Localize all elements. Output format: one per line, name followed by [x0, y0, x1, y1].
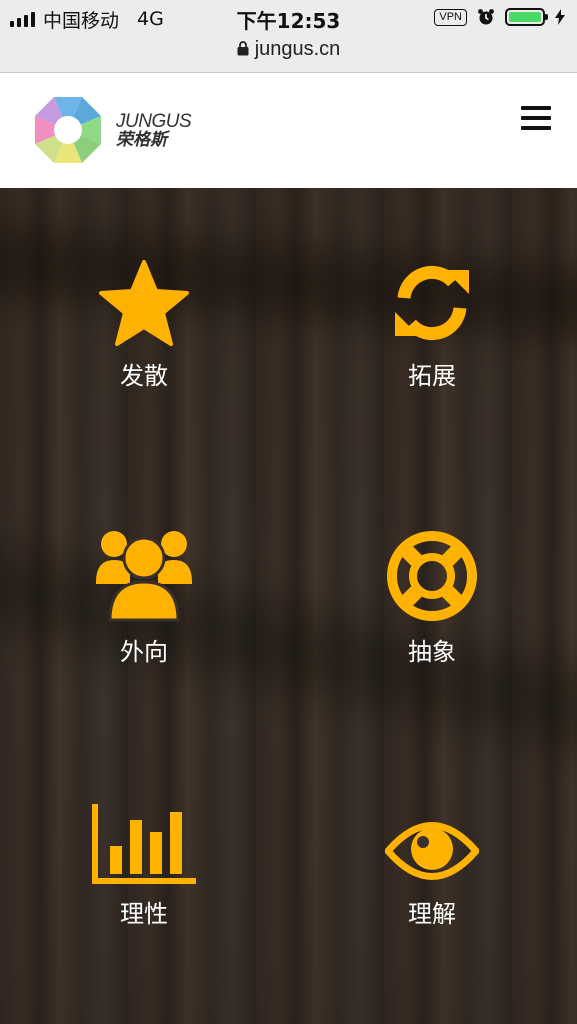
vpn-badge: VPN [434, 8, 467, 26]
feature-tile-rational[interactable]: 理性 [44, 804, 244, 929]
lock-icon [237, 41, 249, 56]
charging-icon [555, 9, 565, 25]
logo-english: JUNGUS [116, 110, 192, 132]
hamburger-menu-button[interactable] [521, 106, 551, 132]
address-bar[interactable]: jungus.cn [0, 38, 577, 61]
menu-bar-1 [521, 106, 551, 110]
feature-label: 理解 [408, 900, 456, 928]
url-text: jungus.cn [254, 38, 341, 60]
life-ring-icon [387, 531, 477, 621]
feature-tile-extrovert[interactable]: 外向 [44, 530, 244, 667]
logo-chinese: 荣格斯 [116, 129, 167, 150]
site-logo[interactable]: JUNGUS 荣格斯 [30, 93, 192, 167]
users-icon [96, 531, 192, 622]
site-header: JUNGUS 荣格斯 [0, 73, 577, 188]
status-bar: 中国移动 4G 下午12:53 VPN jungus.cn [0, 0, 577, 73]
feature-tile-understand[interactable]: 理解 [332, 818, 532, 929]
star-icon [99, 260, 189, 346]
feature-tile-expand[interactable]: 拓展 [332, 260, 532, 391]
menu-bar-3 [521, 126, 551, 130]
eye-icon [385, 822, 479, 880]
status-right: VPN [434, 8, 565, 26]
logo-mark-icon [35, 97, 101, 163]
alarm-icon [478, 9, 494, 25]
feature-tile-abstract[interactable]: 抽象 [332, 530, 532, 667]
logo-text: JUNGUS 荣格斯 [116, 110, 192, 150]
feature-label: 拓展 [408, 362, 456, 390]
feature-label: 发散 [120, 362, 168, 390]
battery-icon [505, 8, 548, 26]
feature-label: 理性 [120, 900, 168, 928]
feature-tile-divergent[interactable]: 发散 [44, 260, 244, 391]
feature-label: 抽象 [408, 638, 456, 666]
bar-chart-icon [92, 804, 196, 884]
feature-section: 发散 拓展 外向 抽象 理性 理解 [0, 188, 577, 1024]
menu-bar-2 [521, 116, 551, 120]
refresh-icon [395, 265, 469, 341]
feature-label: 外向 [120, 638, 168, 666]
